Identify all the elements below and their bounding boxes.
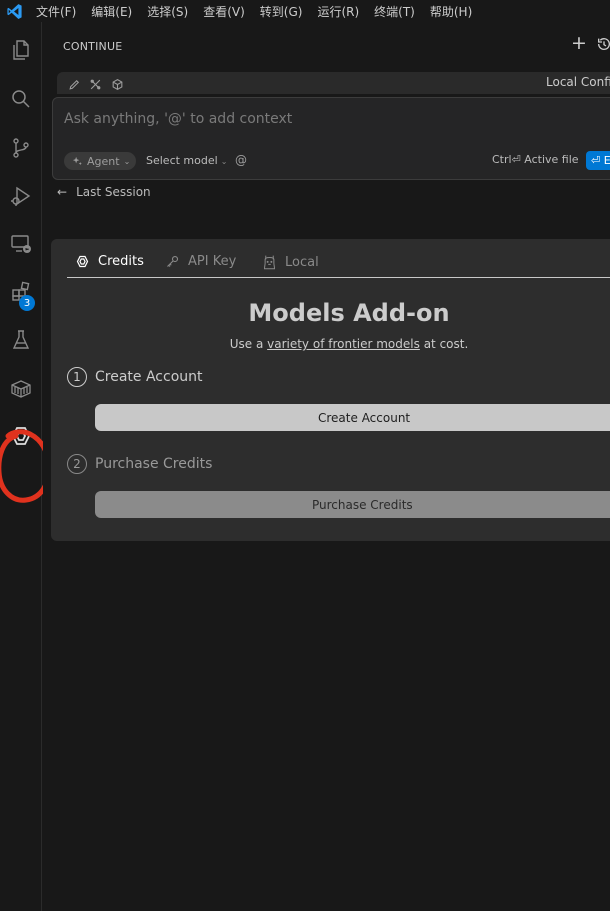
remote-explorer-icon[interactable] <box>0 220 42 268</box>
menu-selection[interactable]: 选择(S) <box>147 3 188 20</box>
mode-label: Agent <box>87 154 120 168</box>
menu-terminal[interactable]: 终端(T) <box>374 3 415 20</box>
step-number-2: 2 <box>67 454 87 474</box>
tab-local[interactable]: Local <box>262 254 319 271</box>
local-config-selector[interactable]: Local Config <box>546 75 610 89</box>
activity-bar: 3 <box>0 22 52 911</box>
extensions-badge: 3 <box>19 295 35 311</box>
last-session-label: Last Session <box>76 185 151 199</box>
menu-view[interactable]: 查看(V) <box>203 3 245 20</box>
continue-icon <box>75 254 90 269</box>
pencil-icon[interactable] <box>68 76 81 95</box>
active-file-hint[interactable]: Ctrl⏎ Active file <box>492 153 579 166</box>
key-icon <box>165 254 180 269</box>
chat-input-placeholder[interactable]: Ask anything, '@' to add context <box>64 111 292 127</box>
mode-selector-agent[interactable]: Agent ⌄ <box>64 152 136 170</box>
title-bar: 文件(F) 编辑(E) 选择(S) 查看(V) 转到(G) 运行(R) 终端(T… <box>0 0 610 22</box>
tab-local-label: Local <box>285 255 319 270</box>
run-debug-icon[interactable] <box>0 172 42 220</box>
models-addon-title: Models Add-on <box>248 299 450 327</box>
testing-icon[interactable] <box>0 316 42 364</box>
menu-edit[interactable]: 编辑(E) <box>91 3 132 20</box>
create-account-button[interactable]: Create Account <box>95 404 610 431</box>
select-model-label: Select model <box>146 154 218 167</box>
menu-run[interactable]: 运行(R) <box>317 3 359 20</box>
step-purchase-credits-label: Purchase Credits <box>95 456 213 472</box>
provider-tabs: Credits API Key Local <box>67 254 610 278</box>
continue-sidebar: CONTINUE + Local Config Ask anything, '@… <box>43 22 610 911</box>
models-addon-card: Credits API Key Local Models Add-on Use … <box>51 239 610 541</box>
models-addon-subtitle: Use a variety of frontier models at cost… <box>51 337 610 351</box>
history-icon[interactable] <box>596 36 610 56</box>
arrow-left-icon: ← <box>57 185 68 199</box>
chevron-down-icon: ⌄ <box>123 156 131 166</box>
step-create-account-label: Create Account <box>95 369 203 385</box>
extensions-icon[interactable]: 3 <box>0 268 42 316</box>
cube-icon[interactable] <box>111 76 124 95</box>
menu-help[interactable]: 帮助(H) <box>430 3 472 20</box>
chevron-down-icon: ⌄ <box>220 157 228 166</box>
last-session-link[interactable]: ← Last Session <box>57 185 151 199</box>
step-create-account: 1 Create Account <box>67 367 203 387</box>
step-number-1: 1 <box>67 367 87 387</box>
vscode-logo-icon[interactable] <box>3 0 25 22</box>
continue-icon[interactable] <box>0 412 42 460</box>
sparkle-icon <box>72 156 82 165</box>
search-icon[interactable] <box>0 75 42 123</box>
tab-api-key[interactable]: API Key <box>165 254 236 269</box>
subtitle-pre: Use a <box>229 337 268 351</box>
source-control-icon[interactable] <box>0 124 42 172</box>
chat-input-box[interactable]: Ask anything, '@' to add context Agent ⌄… <box>52 97 610 180</box>
menu-go[interactable]: 转到(G) <box>260 3 303 20</box>
enter-button[interactable]: ⏎ E <box>586 151 610 170</box>
tab-credits[interactable]: Credits <box>75 254 144 269</box>
subtitle-post: at cost. <box>419 337 469 351</box>
containers-icon[interactable] <box>0 364 42 412</box>
llama-icon <box>262 254 277 271</box>
input-toolbar: Local Config <box>57 72 610 94</box>
sidebar-title: CONTINUE <box>63 40 123 53</box>
add-context-at-button[interactable]: @ <box>235 153 247 167</box>
menu-bar: 文件(F) 编辑(E) 选择(S) 查看(V) 转到(G) 运行(R) 终端(T… <box>36 3 487 20</box>
step-purchase-credits: 2 Purchase Credits <box>67 454 212 474</box>
tab-api-key-label: API Key <box>188 254 237 269</box>
tools-icon[interactable] <box>89 76 102 95</box>
tab-credits-label: Credits <box>98 254 144 269</box>
purchase-credits-button[interactable]: Purchase Credits <box>95 491 610 518</box>
new-session-plus-icon[interactable]: + <box>571 34 587 53</box>
frontier-models-link[interactable]: variety of frontier models <box>267 337 420 351</box>
menu-file[interactable]: 文件(F) <box>36 3 76 20</box>
files-icon[interactable] <box>0 26 42 74</box>
select-model-dropdown[interactable]: Select model ⌄ <box>146 154 227 167</box>
